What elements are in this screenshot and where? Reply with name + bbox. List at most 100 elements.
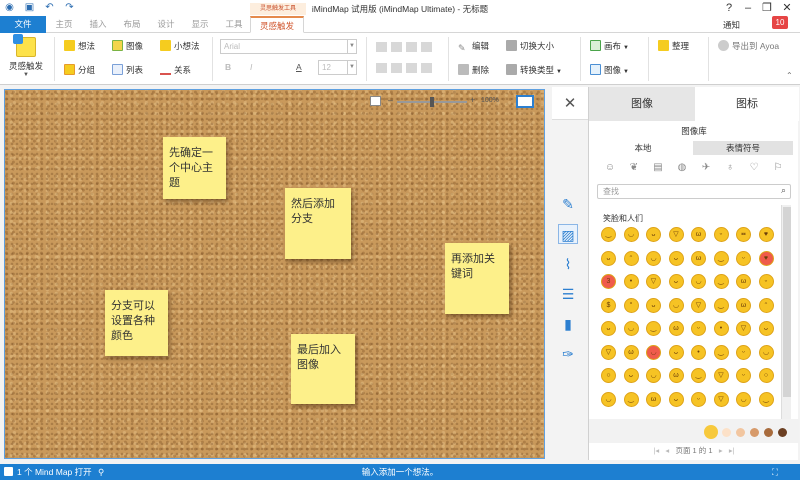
last-page-icon[interactable]: ▸|	[729, 446, 735, 455]
bold-button[interactable]: B	[225, 61, 231, 74]
align-justify-icon[interactable]	[421, 42, 432, 52]
tab-file[interactable]: 文件	[0, 16, 46, 33]
emoji-item[interactable]: ○	[758, 368, 774, 383]
emoji-item[interactable]: ᵕ	[736, 344, 751, 360]
emoji-item[interactable]: ‿	[646, 321, 661, 336]
group-button[interactable]: 分组	[64, 64, 95, 77]
emoji-item[interactable]: ᵔ	[623, 250, 639, 266]
tag-icon[interactable]: ▮	[558, 314, 578, 334]
emoji-item[interactable]: ♥	[758, 227, 774, 242]
emoji-item[interactable]: ≖	[736, 227, 751, 242]
plane-icon[interactable]: ✈	[699, 161, 713, 175]
toggle-size-button[interactable]: 切换大小	[506, 40, 554, 53]
emoji-item[interactable]: °	[623, 297, 639, 313]
list-panel-icon[interactable]: ☰	[558, 284, 578, 304]
emoji-item[interactable]: ᴗ	[758, 321, 774, 336]
emoji-item[interactable]: ᴗ	[668, 250, 684, 266]
food-icon[interactable]: ▤	[651, 161, 665, 175]
emoji-item[interactable]: ▽	[713, 368, 729, 383]
emoji-item[interactable]: •	[691, 344, 706, 360]
emoji-item[interactable]: ‿	[623, 391, 639, 407]
emoji-item[interactable]: ᴗ	[601, 250, 616, 266]
emoji-item[interactable]: ‿	[691, 368, 706, 383]
emoji-item[interactable]: ω	[668, 368, 684, 383]
export-ayoa-button[interactable]: 导出到 Ayoa	[718, 40, 779, 53]
emoji-item[interactable]: ◡	[646, 368, 661, 383]
emoji-item[interactable]: ‿	[713, 274, 729, 289]
sticky-note[interactable]: 然后添加分支	[285, 188, 351, 259]
tab-layout[interactable]: 布局	[118, 16, 146, 33]
skin-tone-medium-dark[interactable]	[764, 428, 773, 437]
image-menu-button[interactable]: 图像 ▼	[590, 64, 629, 77]
italic-button[interactable]: I	[250, 61, 252, 74]
bulb-icon[interactable]: ♁	[723, 161, 737, 175]
help-button[interactable]: ?	[722, 1, 736, 15]
corkboard-canvas[interactable]: – + 100% 先确定一个中心主题 然后添加分支 再添加关键词 分支可以设置各…	[4, 89, 545, 459]
format-icon-3[interactable]	[406, 63, 417, 73]
heart-icon[interactable]: ♡	[747, 161, 761, 175]
emoji-item[interactable]: ω	[691, 227, 706, 242]
emoji-item[interactable]: ‿	[713, 344, 729, 360]
emoji-item[interactable]: ᵕ	[713, 227, 729, 242]
emoji-item[interactable]: ◡	[736, 391, 751, 407]
emoji-item[interactable]: ω	[668, 321, 684, 336]
emoji-item[interactable]: ○	[601, 368, 616, 383]
emoji-item[interactable]: ◡	[691, 274, 706, 289]
emoji-item[interactable]: •	[623, 274, 639, 289]
tab-design[interactable]: 设计	[152, 16, 180, 33]
prev-page-icon[interactable]: ◂	[665, 446, 669, 455]
zoom-slider-handle[interactable]	[430, 97, 434, 107]
close-panel-button[interactable]: ✕	[552, 87, 588, 120]
image-panel-icon[interactable]: ▨	[558, 224, 578, 244]
font-color-button[interactable]: A	[296, 61, 302, 74]
emoji-item[interactable]: ◡	[623, 227, 639, 242]
attachment-icon[interactable]: ⌇	[558, 254, 578, 274]
emoji-item[interactable]: ᵕ	[758, 274, 774, 289]
emoji-item[interactable]: ▽	[668, 227, 684, 242]
brainstorm-big-button[interactable]: 灵感触发 ▼	[4, 34, 48, 83]
tab-home[interactable]: 主页	[50, 16, 78, 33]
idea-button[interactable]: 想法	[64, 40, 95, 53]
format-icon-1[interactable]	[376, 63, 387, 73]
emoji-item[interactable]: ◡	[668, 297, 684, 313]
edit-button[interactable]: ✎ 编辑	[458, 40, 489, 53]
emoji-item[interactable]: $	[601, 297, 616, 313]
ball-icon[interactable]: ◍	[675, 161, 689, 175]
skin-tone-medium-light[interactable]	[736, 428, 745, 437]
font-size-select[interactable]: 12 ▼	[318, 60, 357, 75]
skin-tone-dark[interactable]	[778, 428, 787, 437]
tidy-button[interactable]: 整理	[658, 40, 689, 53]
emoji-item[interactable]: ♥	[758, 250, 774, 266]
subtab-emoji[interactable]: 表情符号	[693, 141, 793, 155]
minimize-button[interactable]: –	[741, 1, 755, 15]
tab-view[interactable]: 显示	[186, 16, 214, 33]
fit-view-icon[interactable]	[370, 96, 381, 106]
skin-tone-default[interactable]	[704, 425, 718, 439]
emoji-scrollbar[interactable]	[781, 205, 791, 421]
skin-tone-light[interactable]	[722, 428, 731, 437]
emoji-item[interactable]: ᴗ	[668, 274, 684, 289]
search-icon[interactable]: ⌕	[781, 185, 786, 196]
scrollbar-thumb[interactable]	[783, 207, 791, 397]
notification-badge[interactable]: 10	[772, 16, 788, 29]
emoji-item[interactable]: ◡	[623, 321, 639, 336]
restore-button[interactable]: ❐	[760, 1, 774, 15]
emoji-search-input[interactable]: 查找 ⌕	[597, 184, 791, 199]
emoji-item[interactable]: ω	[646, 391, 661, 407]
font-family-select[interactable]: Arial ▼	[220, 39, 357, 54]
format-icon-4[interactable]	[421, 63, 432, 73]
emoji-item[interactable]: ᵕ	[691, 321, 706, 336]
emoji-item[interactable]: ᵔ	[758, 297, 774, 313]
emoji-item[interactable]: ᴗ	[646, 227, 661, 242]
emoji-item[interactable]: ▽	[736, 321, 751, 336]
small-idea-button[interactable]: 小想法	[160, 40, 200, 53]
emoji-item[interactable]: ᴗ	[668, 391, 684, 407]
image-button[interactable]: 图像	[112, 40, 143, 53]
align-center-icon[interactable]	[391, 42, 402, 52]
emoji-item[interactable]: ‿	[713, 297, 729, 313]
sticky-note[interactable]: 再添加关键词	[445, 243, 509, 314]
tab-tools[interactable]: 工具	[220, 16, 248, 33]
close-window-button[interactable]: ✕	[780, 1, 794, 15]
collapse-ribbon-icon[interactable]: ⌃	[786, 71, 793, 80]
emoji-item[interactable]: ω	[691, 250, 706, 266]
